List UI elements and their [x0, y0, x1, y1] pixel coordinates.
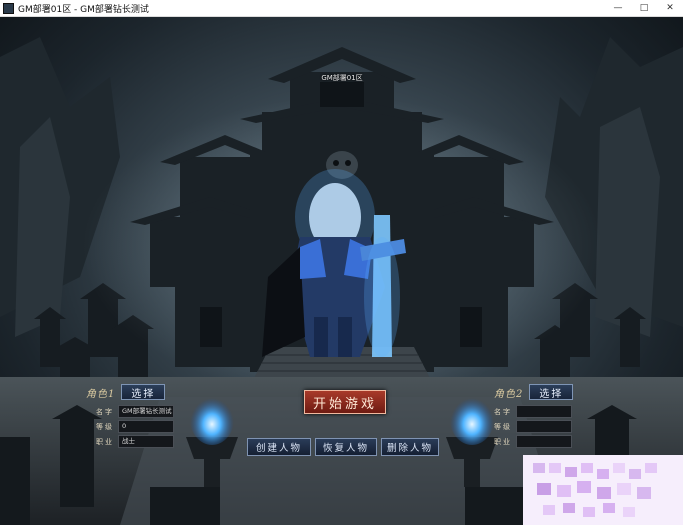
role1-name-row: 名字 GM部署钻长测试 — [88, 405, 174, 418]
create-character-button[interactable]: 创建人物 — [247, 438, 311, 456]
game-window: GM部署01区 - GM部署钻长测试 — □ ✕ GM部署01区 角色1 选择 … — [0, 0, 683, 525]
role1-class-label: 职业 — [96, 437, 114, 446]
role2-name-label: 名字 — [494, 407, 512, 416]
role2-select-button[interactable]: 选择 — [529, 384, 574, 400]
role2-name-value[interactable] — [516, 405, 572, 418]
role2-name-row: 名字 — [486, 405, 572, 418]
maximize-icon[interactable]: □ — [631, 0, 657, 16]
window-controls: — □ ✕ — [605, 0, 683, 16]
delete-character-button[interactable]: 删除人物 — [381, 438, 439, 456]
role2-header: 角色2 选择 — [494, 384, 574, 400]
start-game-button[interactable]: 开始游戏 — [304, 390, 386, 414]
role1-name-label: 名字 — [96, 407, 114, 416]
role1-label: 角色1 — [86, 388, 116, 400]
close-icon[interactable]: ✕ — [657, 0, 683, 16]
role2-class-row: 职业 — [486, 435, 572, 448]
restore-character-button[interactable]: 恢复人物 — [315, 438, 377, 456]
app-icon — [3, 2, 14, 14]
role2-level-label: 等级 — [494, 422, 512, 431]
role1-name-value[interactable]: GM部署钻长测试 — [118, 405, 174, 418]
role1-header: 角色1 选择 — [86, 384, 166, 400]
role2-level-value[interactable] — [516, 420, 572, 433]
role2-label: 角色2 — [494, 388, 524, 400]
role1-select-button[interactable]: 选择 — [121, 384, 166, 400]
role1-class-row: 职业 战士 — [88, 435, 174, 448]
window-title: GM部署01区 - GM部署钻长测试 — [18, 4, 149, 15]
role1-class-value[interactable]: 战士 — [118, 435, 174, 448]
blurred-overlay — [523, 455, 683, 525]
role1-level-label: 等级 — [96, 422, 114, 431]
role2-class-value[interactable] — [516, 435, 572, 448]
role2-level-row: 等级 — [486, 420, 572, 433]
server-name-label: GM部署01区 — [321, 74, 363, 82]
role2-class-label: 职业 — [494, 437, 512, 446]
role1-level-row: 等级 0 — [88, 420, 174, 433]
role1-level-value[interactable]: 0 — [118, 420, 174, 433]
minimize-icon[interactable]: — — [605, 0, 631, 16]
title-bar[interactable]: GM部署01区 - GM部署钻长测试 — □ ✕ — [0, 0, 683, 17]
